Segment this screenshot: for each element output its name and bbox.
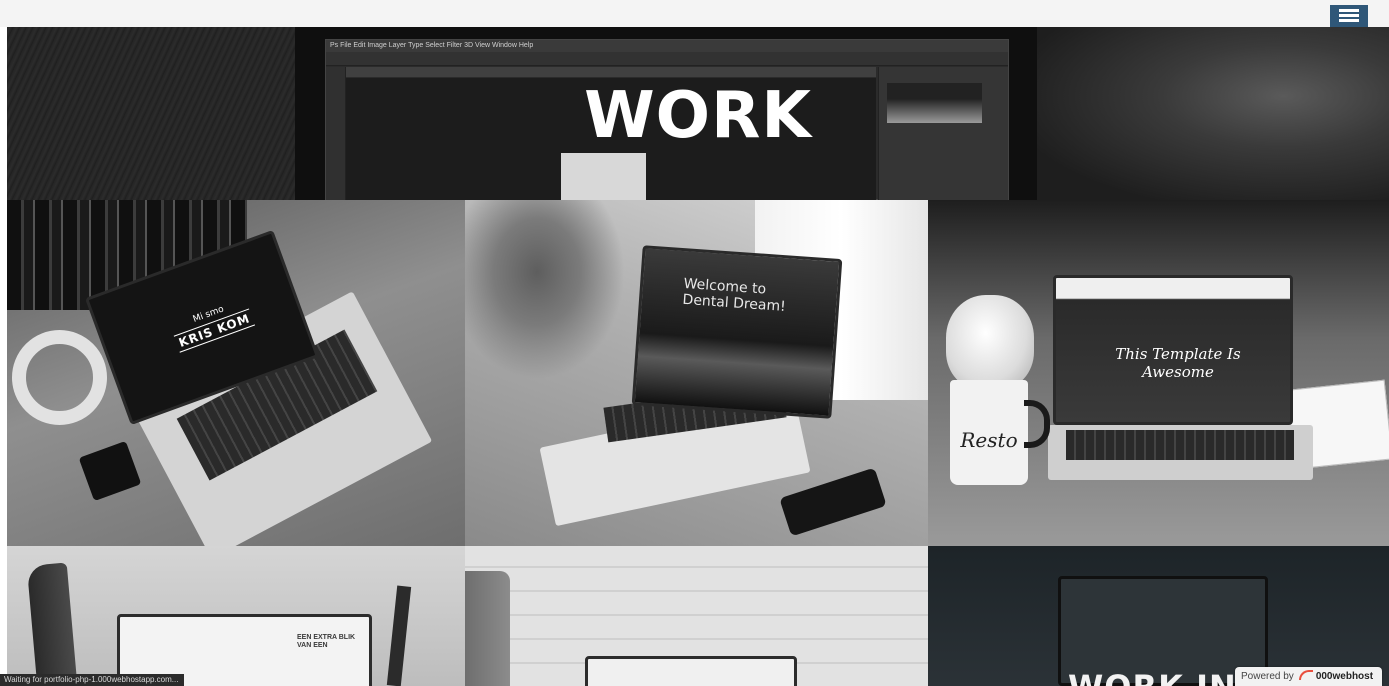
portfolio-item-2[interactable]: Welcome to Dental Dream! [465,200,928,546]
plant-image [465,200,625,380]
headphones-image [12,330,107,425]
portfolio-item-4[interactable]: EEN EXTRA BLIK VAN EEN [7,546,465,686]
vase-image [946,295,1034,390]
badge-brand: 000webhost [1315,671,1374,682]
badge-prefix: Powered by [1241,671,1294,682]
twig-image [386,585,412,686]
portfolio-item-6[interactable]: WORK IN [928,546,1389,686]
top-bar [0,0,1389,27]
laptop-screen [631,245,843,419]
portfolio-item-5[interactable] [465,546,928,686]
portfolio-item-3[interactable]: This Template Is Awesome Resto [928,200,1389,546]
photoshop-tabs [346,67,876,77]
photoshop-options-bar [326,52,1008,66]
000webhost-logo-icon [1298,670,1313,680]
laptop-screen-text: This Template Is Awesome [1115,345,1241,381]
laptop-keyboard [1066,430,1294,460]
portfolio-item-1[interactable]: Mi smo KRIS KOM [7,200,465,546]
laptop-screen-text: EEN EXTRA BLIK VAN EEN [297,634,356,649]
clock-image [78,440,142,502]
bag-image [465,571,510,686]
page-title: WORK [584,79,812,153]
hosting-badge[interactable]: Powered by 000webhost [1235,667,1382,686]
mug-handle [1024,400,1050,448]
browser-status-bar: Waiting for portfolio-php-1.000webhostap… [0,674,185,686]
photoshop-document [561,153,646,200]
driftwood-image [26,562,78,686]
hamburger-menu-icon[interactable] [1330,5,1368,27]
photoshop-menu-bar: Ps File Edit Image Layer Type Select Fil… [326,40,1008,52]
mug-label: Resto [960,428,1018,452]
work-hero-banner: Ps File Edit Image Layer Type Select Fil… [7,27,1389,200]
page: Ps File Edit Image Layer Type Select Fil… [0,0,1389,686]
phone-image [779,467,887,537]
laptop-screen [585,656,797,686]
